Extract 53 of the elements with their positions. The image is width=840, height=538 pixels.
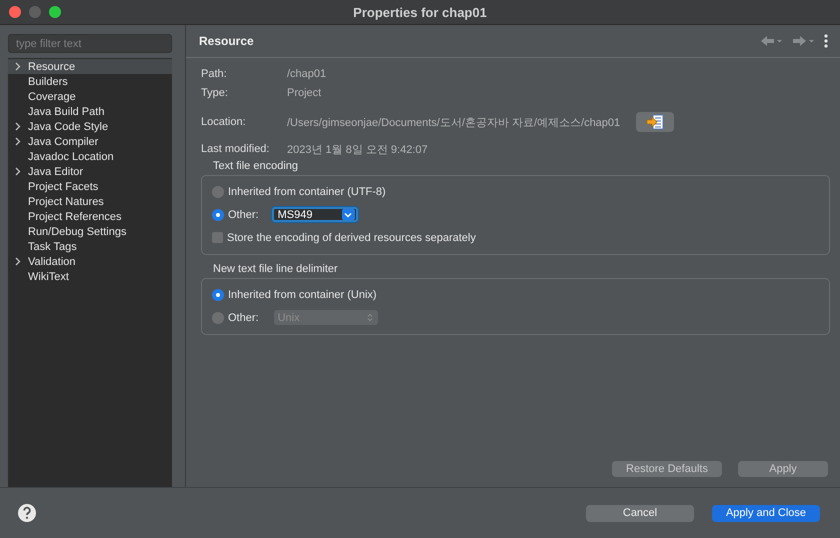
chevron-icon[interactable] <box>15 167 21 176</box>
tree-item[interactable]: Project References <box>8 209 172 224</box>
checkbox[interactable] <box>212 232 223 243</box>
window-title: Properties for chap01 <box>353 4 487 20</box>
tree-item[interactable]: Coverage <box>8 89 172 104</box>
help-icon[interactable] <box>17 503 37 523</box>
option-label: Other: <box>228 312 259 324</box>
field-value: 2023년 1월 8일 오전 9:42:07 <box>287 142 428 156</box>
chevron-down-icon <box>344 212 352 218</box>
stepper-icon <box>366 313 373 322</box>
group-title: New text file line delimiter <box>212 263 339 277</box>
tree-item[interactable]: Java Code Style <box>8 119 172 134</box>
tree-item[interactable]: Run/Debug Settings <box>8 224 172 239</box>
page-title: Resource <box>199 34 254 48</box>
tree-item[interactable]: Javadoc Location <box>8 149 172 164</box>
field-label: Location: <box>201 116 247 128</box>
option-label: Inherited from container (UTF-8) <box>228 186 386 198</box>
chevron-icon[interactable] <box>15 137 21 146</box>
option-label: Other: <box>228 208 259 220</box>
dialog-button[interactable]: Cancel <box>586 504 694 522</box>
field-value: /Users/gimseonjae/Documents/도서/혼공자바 자료/예제소스/chap01 <box>287 116 620 130</box>
field-label: Path: <box>201 68 228 80</box>
chevron-icon[interactable] <box>15 257 21 266</box>
radio-button[interactable] <box>212 186 224 198</box>
show-in-folder-button[interactable] <box>636 112 674 132</box>
option-label: Inherited from container (Unix) <box>228 288 377 300</box>
tree-item[interactable]: Java Editor <box>8 164 172 179</box>
encoding-dropdown[interactable]: MS949 <box>272 207 358 222</box>
more-options-icon[interactable] <box>824 34 828 48</box>
field-value: Project <box>287 86 322 98</box>
group-title: Text file encoding <box>212 160 299 174</box>
tree-item[interactable]: Java Build Path <box>8 104 172 119</box>
tree-item[interactable]: Task Tags <box>8 239 172 254</box>
tree-item[interactable]: WikiText <box>8 269 172 284</box>
tree-item[interactable]: Java Compiler <box>8 134 172 149</box>
tree-item[interactable]: Resource <box>8 59 172 74</box>
radio-button[interactable] <box>212 288 224 300</box>
field-label: Last modified: <box>201 143 270 155</box>
chevron-icon[interactable] <box>15 62 21 71</box>
filter-field[interactable]: type filter text <box>8 34 172 53</box>
dialog-button[interactable]: Apply and Close <box>712 504 820 522</box>
close-button[interactable] <box>9 6 21 18</box>
tree-item[interactable]: Builders <box>8 74 172 89</box>
tree-item[interactable]: Project Facets <box>8 179 172 194</box>
chevron-icon[interactable] <box>15 122 21 131</box>
field-value: /chap01 <box>287 68 326 80</box>
option-label: Store the encoding of derived resources separately <box>227 232 476 244</box>
zoom-button[interactable] <box>49 6 61 18</box>
radio-button[interactable] <box>212 208 224 220</box>
field-label: Type: <box>201 86 229 98</box>
document-arrow-icon <box>646 114 664 130</box>
tree-item[interactable]: Validation <box>8 254 172 269</box>
tree-item[interactable]: Project Natures <box>8 194 172 209</box>
